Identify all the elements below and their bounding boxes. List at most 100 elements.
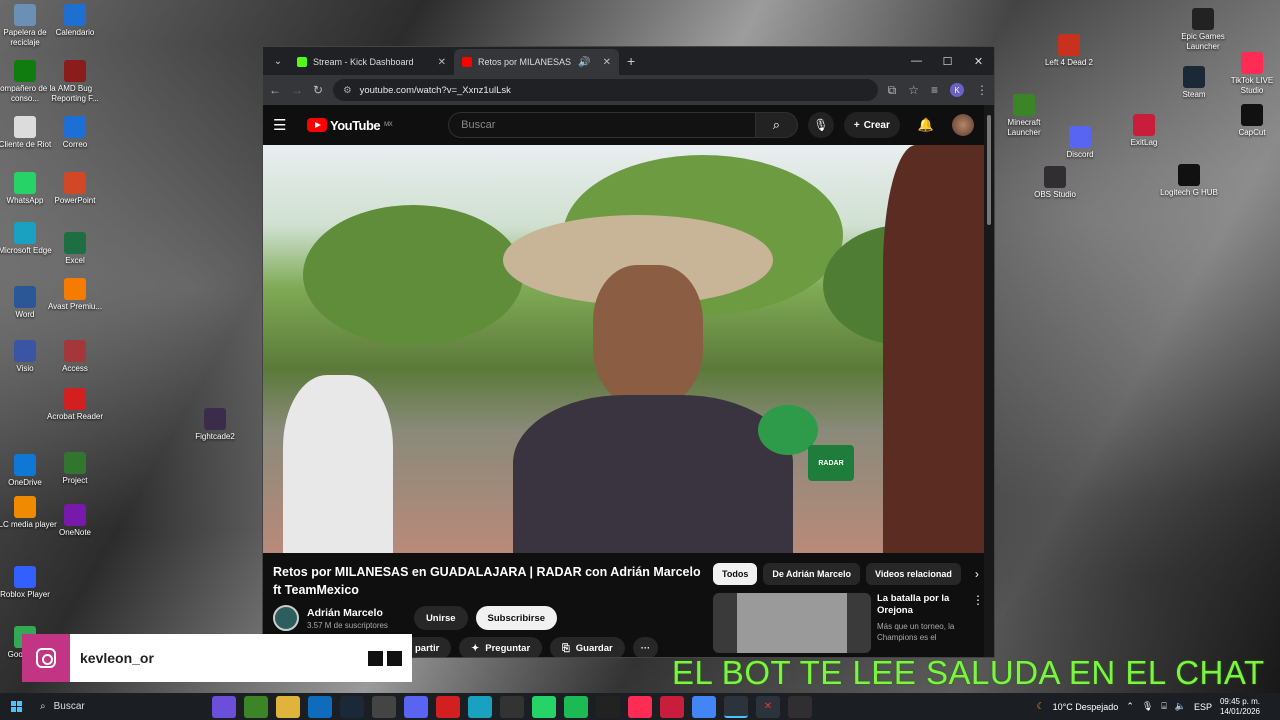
vlc-icon: [14, 496, 36, 518]
outlook-icon[interactable]: [308, 695, 332, 718]
desktop-icon[interactable]: Steam: [1161, 66, 1227, 100]
subscribe-button[interactable]: Subscribirse: [475, 606, 558, 630]
desktop-icon[interactable]: PowerPoint: [42, 172, 108, 206]
back-button[interactable]: ←: [269, 83, 281, 97]
chevron-up-icon[interactable]: ⌃: [1126, 701, 1134, 712]
desktop-icon[interactable]: Roblox Player: [0, 566, 58, 600]
kick-taskbar-icon[interactable]: ✕: [756, 695, 780, 718]
epic-taskbar-icon[interactable]: [500, 695, 524, 718]
copilot-icon[interactable]: [212, 695, 236, 718]
desktop-icon[interactable]: Access: [42, 340, 108, 374]
speaker-icon[interactable]: 🔊: [578, 57, 590, 68]
ask-button[interactable]: ✦ Preguntar: [459, 637, 543, 657]
desktop-icon[interactable]: Project: [42, 452, 108, 486]
search-input[interactable]: Buscar: [448, 112, 756, 138]
create-button[interactable]: + Crear: [843, 112, 900, 138]
recommended-video[interactable]: La batalla por la Orejona Más que un tor…: [713, 593, 984, 653]
clock[interactable]: 09:45 p. m. 14/01/2026: [1220, 697, 1260, 717]
channel-avatar[interactable]: [273, 605, 299, 631]
obs-taskbar-icon[interactable]: [788, 695, 812, 718]
acrobat-taskbar-icon[interactable]: [436, 695, 460, 718]
tab-kick-dashboard[interactable]: Stream - Kick Dashboard ✕: [289, 49, 454, 75]
onedrive-icon: [14, 454, 36, 476]
hamburger-menu-icon[interactable]: ☰: [273, 116, 297, 134]
taskbar-search[interactable]: ⌕ Buscar: [32, 696, 172, 718]
recommended-thumbnail[interactable]: [713, 593, 871, 653]
desktop-icon-label: Epic Games Launcher: [1181, 32, 1225, 51]
chip-related[interactable]: Videos relacionad: [866, 563, 961, 585]
weather-text[interactable]: 10°C Despejado: [1053, 702, 1119, 712]
start-button[interactable]: [0, 701, 32, 712]
recommended-title[interactable]: La batalla por la Orejona: [877, 593, 966, 617]
minimize-button[interactable]: —: [901, 55, 932, 68]
steam-taskbar-icon[interactable]: [340, 695, 364, 718]
desktop-icon[interactable]: Calendario: [42, 4, 108, 38]
whatsapp-taskbar-icon[interactable]: [532, 695, 556, 718]
url-field[interactable]: ⚙ youtube.com/watch?v=_Xxnz1ulLsk: [333, 79, 878, 101]
join-button[interactable]: Unirse: [413, 606, 468, 630]
chrome-taskbar-icon[interactable]: [692, 695, 716, 718]
chip-all[interactable]: Todos: [713, 563, 758, 585]
close-window-button[interactable]: ✕: [963, 55, 994, 68]
channel-name[interactable]: Adrián Marcelo: [307, 607, 388, 619]
new-tab-button[interactable]: +: [627, 53, 635, 69]
desktop-icon[interactable]: AMD Bug Reporting F...: [42, 60, 108, 104]
desktop-icon[interactable]: Fightcade2: [182, 408, 248, 442]
video-player[interactable]: RADAR: [263, 145, 985, 553]
desktop-icon[interactable]: OneNote: [42, 504, 108, 538]
desktop-icon[interactable]: Correo: [42, 116, 108, 150]
close-tab-icon[interactable]: ✕: [603, 57, 611, 68]
user-avatar[interactable]: [952, 114, 975, 136]
desktop-icon[interactable]: ExitLag: [1111, 114, 1177, 148]
search-icon[interactable]: ⌕: [755, 112, 798, 138]
forward-button[interactable]: →: [291, 83, 303, 97]
roblox-icon: [14, 566, 36, 588]
kebab-menu-icon[interactable]: ⋮: [972, 593, 984, 653]
notifications-bell-icon[interactable]: 🔔: [918, 117, 934, 133]
edge-taskbar-icon[interactable]: [468, 695, 492, 718]
youtube-logo[interactable]: YouTube MX: [306, 118, 393, 133]
store-icon[interactable]: [372, 695, 396, 718]
file-explorer-icon[interactable]: [276, 695, 300, 718]
maximize-button[interactable]: ☐: [932, 55, 963, 68]
microphone-tray-icon[interactable]: 🎙: [1142, 701, 1153, 712]
desktop-icon[interactable]: Acrobat Reader: [42, 388, 108, 422]
exitlag-taskbar-icon[interactable]: [660, 695, 684, 718]
spotify-icon[interactable]: [564, 695, 588, 718]
more-actions-button[interactable]: ···: [632, 637, 659, 657]
site-info-icon[interactable]: ⚙: [343, 85, 352, 96]
desktop-icon[interactable]: Logitech G HUB: [1156, 164, 1222, 198]
tab-search-icon[interactable]: ⌄: [267, 51, 289, 71]
reload-button[interactable]: ↻: [313, 83, 323, 97]
minecraft-taskbar-icon[interactable]: [244, 695, 268, 718]
microphone-icon[interactable]: 🎙: [807, 112, 834, 138]
chevron-right-icon[interactable]: ›: [975, 567, 979, 581]
desktop-icon[interactable]: CapCut: [1219, 104, 1280, 138]
tab-youtube-video[interactable]: Retos por MILANESAS en G 🔊 ✕: [454, 49, 619, 75]
desktop-icon[interactable]: Left 4 Dead 2: [1036, 34, 1102, 68]
network-icon[interactable]: ⌸: [1161, 701, 1166, 712]
install-app-icon[interactable]: ⧉: [888, 83, 897, 98]
bookmark-star-icon[interactable]: ☆: [908, 83, 919, 97]
close-tab-icon[interactable]: ✕: [438, 57, 446, 68]
chrome-profile-taskbar-icon[interactable]: [724, 695, 748, 718]
page-scrollbar[interactable]: [984, 105, 994, 657]
desktop-icon[interactable]: OBS Studio: [1022, 166, 1088, 200]
scrollbar-thumb[interactable]: [987, 115, 991, 225]
save-button[interactable]: ⎘ Guardar: [550, 637, 625, 657]
desktop-icon[interactable]: Excel: [42, 232, 108, 266]
chip-from-channel[interactable]: De Adrián Marcelo: [763, 563, 861, 585]
tiktok-taskbar-icon[interactable]: [628, 695, 652, 718]
desktop-icon[interactable]: Avast Premiu...: [42, 278, 108, 312]
profile-avatar[interactable]: K: [950, 83, 964, 97]
language-indicator[interactable]: ESP: [1194, 702, 1212, 712]
mail-icon: [64, 116, 86, 138]
desktop-icon[interactable]: Discord: [1047, 126, 1113, 160]
capcut-taskbar-icon[interactable]: [596, 695, 620, 718]
desktop-icon[interactable]: TikTok LIVE Studio: [1219, 52, 1280, 96]
discord-taskbar-icon[interactable]: [404, 695, 428, 718]
media-control-icon[interactable]: ≡: [931, 83, 938, 97]
desktop-icon[interactable]: Epic Games Launcher: [1170, 8, 1236, 52]
browser-menu-icon[interactable]: ⋮: [976, 83, 988, 97]
volume-icon[interactable]: 🔈: [1175, 701, 1186, 712]
